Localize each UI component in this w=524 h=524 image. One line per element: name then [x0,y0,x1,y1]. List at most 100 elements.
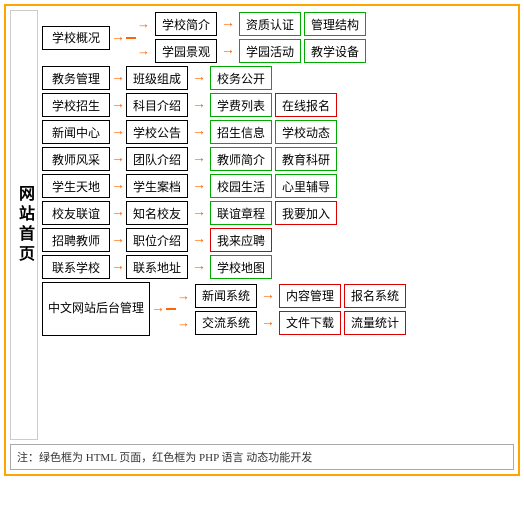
menu-item: 学校地图 [210,255,272,279]
menu-item: 新闻中心 [42,120,110,144]
arrow-icon [192,124,206,140]
sub-rows: →学校简介资质认证管理结构→学园景观学园活动教学设备 [137,12,366,63]
menu-row: 新闻中心学校公告招生信息学校动态 [42,120,514,144]
menu-item: 管理结构 [304,12,366,36]
arrow-icon [111,205,125,221]
arrow-icon [111,232,125,248]
sub-rows: 知名校友联谊章程我要加入 [126,201,337,225]
sub-rows: 团队介绍教师简介教育科研 [126,147,337,171]
sub-row: →新闻系统内容管理报名系统 [177,284,406,308]
menu-item: 流量统计 [344,311,406,335]
sub-row: 学生案档校园生活心里辅导 [126,174,337,198]
bracket-wrap: →学校简介资质认证管理结构→学园景观学园活动教学设备 [126,12,366,63]
arrow-icon [111,70,125,86]
menu-item: 联谊章程 [210,201,272,225]
menu-item: 学校动态 [275,120,337,144]
menu-item: 联系地址 [126,255,188,279]
menu-item: 报名系统 [344,284,406,308]
sub-row: →学校简介资质认证管理结构 [137,12,366,36]
site-label: 网站首页 [10,10,38,440]
menu-item: 学园景观 [155,39,217,63]
menu-item: 教师简介 [210,147,272,171]
bracket-wrap: →新闻系统内容管理报名系统→交流系统文件下载流量统计 [166,284,406,335]
connector-bottom [166,309,176,310]
arrow-icon [221,43,235,59]
v-connector [126,37,136,39]
main-container: 网站首页 学校概况→学校简介资质认证管理结构→学园景观学园活动教学设备教务管理班… [4,4,520,476]
sub-arrow-icon: → [177,288,190,304]
arrow-icon [111,178,125,194]
sub-row: →交流系统文件下载流量统计 [177,311,406,335]
menu-row: 教师风采团队介绍教师简介教育科研 [42,147,514,171]
arrow-icon [192,232,206,248]
sub-rows: 职位介绍我来应聘 [126,228,272,252]
menu-item: 招生信息 [210,120,272,144]
layout: 网站首页 学校概况→学校简介资质认证管理结构→学园景观学园活动教学设备教务管理班… [10,10,514,440]
menu-row: 中文网站后台管理→新闻系统内容管理报名系统→交流系统文件下载流量统计 [42,282,514,336]
arrow-icon [221,16,235,32]
menu-item: 我来应聘 [210,228,272,252]
sub-row: → 学园景观学园活动教学设备 [137,39,366,63]
menu-item: 学园活动 [239,39,301,63]
rows-container: 学校概况→学校简介资质认证管理结构→学园景观学园活动教学设备教务管理班级组成校务… [42,10,514,440]
menu-item: 学校概况 [42,26,110,50]
sub-rows: 联系地址学校地图 [126,255,272,279]
menu-item: 招聘教师 [42,228,110,252]
arrow-icon [192,259,206,275]
menu-item: 校务公开 [210,66,272,90]
menu-item: 教学设备 [304,39,366,63]
note: 注：绿色框为 HTML 页面，红色框为 PHP 语言 动态功能开发 [10,444,514,470]
menu-item: 新闻系统 [195,284,257,308]
menu-item: 交流系统 [195,311,257,335]
sub-rows: 科目介绍学费列表在线报名 [126,93,337,117]
sub-rows: →新闻系统内容管理报名系统→交流系统文件下载流量统计 [177,284,406,335]
menu-item: 我要加入 [275,201,337,225]
arrow-icon [192,151,206,167]
arrow-icon [261,315,275,331]
sub-row: 团队介绍教师简介教育科研 [126,147,337,171]
menu-item: 教师风采 [42,147,110,171]
menu-item: 职位介绍 [126,228,188,252]
sub-row: 班级组成校务公开 [126,66,272,90]
menu-item: 学校简介 [155,12,217,36]
menu-item: 学费列表 [210,93,272,117]
menu-row: 联系学校联系地址学校地图 [42,255,514,279]
menu-item: 心里辅导 [275,174,337,198]
menu-item: 学校招生 [42,93,110,117]
menu-item: 知名校友 [126,201,188,225]
arrow-icon [111,259,125,275]
menu-row: 招聘教师职位介绍我来应聘 [42,228,514,252]
arrow-icon [192,70,206,86]
menu-item: 学生案档 [126,174,188,198]
sub-row: 知名校友联谊章程我要加入 [126,201,337,225]
menu-item: 校友联谊 [42,201,110,225]
menu-item: 科目介绍 [126,93,188,117]
menu-item: 学生天地 [42,174,110,198]
sub-rows: 学生案档校园生活心里辅导 [126,174,337,198]
arrow-icon [151,301,165,317]
arrow-icon [192,97,206,113]
sub-row: 职位介绍我来应聘 [126,228,272,252]
sub-row: 联系地址学校地图 [126,255,272,279]
menu-row: 学生天地学生案档校园生活心里辅导 [42,174,514,198]
menu-row: 学校概况→学校简介资质认证管理结构→学园景观学园活动教学设备 [42,12,514,63]
menu-item: 中文网站后台管理 [42,282,150,336]
connector-bottom [126,38,136,39]
menu-item: 班级组成 [126,66,188,90]
arrow-icon [111,124,125,140]
sub-arrow-icon: → [137,43,150,59]
menu-item: 团队介绍 [126,147,188,171]
sub-rows: 班级组成校务公开 [126,66,272,90]
menu-item: 联系学校 [42,255,110,279]
menu-item: 学校公告 [126,120,188,144]
menu-item: 教务管理 [42,66,110,90]
arrow-icon [111,97,125,113]
menu-row: 校友联谊知名校友联谊章程我要加入 [42,201,514,225]
sub-arrow-icon: → [137,16,150,32]
arrow-icon [261,288,275,304]
arrow-icon [111,30,125,46]
menu-item: 文件下载 [279,311,341,335]
arrow-icon [192,205,206,221]
v-connector [166,308,176,310]
menu-item: 在线报名 [275,93,337,117]
